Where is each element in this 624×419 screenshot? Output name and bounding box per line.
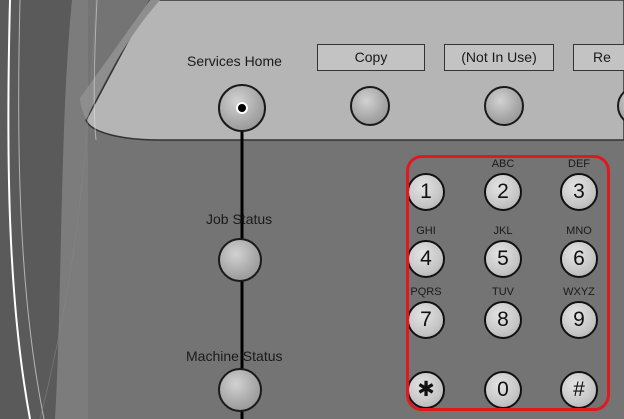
not-in-use-hard-button[interactable] [484,86,524,126]
copy-mode-hard-button[interactable] [350,86,390,126]
job-status-label: Job Status [206,211,273,227]
not-in-use-button[interactable]: (Not In Use) [444,44,554,71]
machine-status-label: Machine Status [186,348,283,364]
callout-dot [236,102,248,114]
review-button[interactable]: Re [573,44,624,71]
job-status-button[interactable] [218,238,262,282]
copy-button[interactable]: Copy [317,44,425,71]
services-home-label: Services Home [187,53,282,69]
machine-status-button[interactable] [218,368,262,412]
services-home-button[interactable] [218,84,266,132]
keypad-highlight-frame [406,155,610,411]
control-panel: Services Home Copy (Not In Use) Re Job S… [0,0,624,419]
